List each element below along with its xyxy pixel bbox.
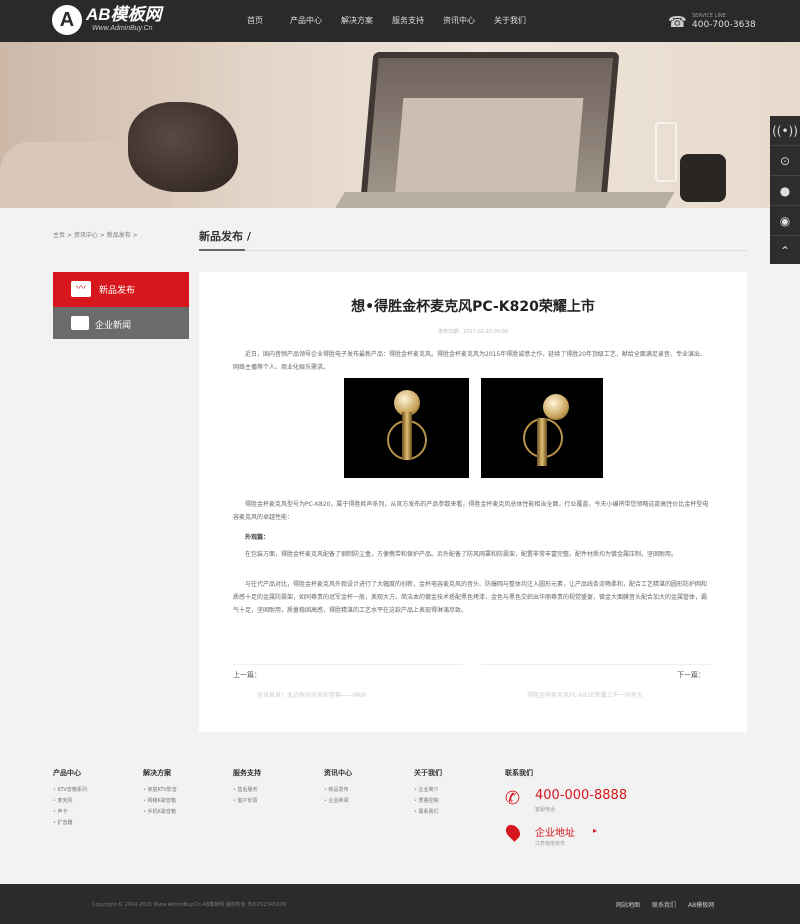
contact-title: 联系我们 [505, 769, 533, 777]
bottom-links: 网站地图 联系我们 AB模板网 [616, 900, 726, 909]
main-nav: 首页 产品中心 解决方案 服务支持 资讯中心 关于我们 [230, 0, 536, 42]
footer-link[interactable]: 网络K歌音箱 [143, 796, 223, 807]
footer-link[interactable]: 客户反馈 [233, 796, 313, 807]
article-paragraph-1: 近日，国内音频产品领导企业得胜电子发布最新产品：得胜金杯麦克风。得胜金杯麦克风为… [233, 351, 706, 371]
section-title: 新品发布 / [199, 230, 251, 243]
footer-col-title: 资讯中心 [324, 769, 352, 777]
broadcast-icon[interactable]: ((•)) [770, 116, 800, 146]
footer-link[interactable]: 企业新闻 [324, 796, 404, 807]
floating-toolbar: ((•)) ⊙ ● ◉ ⌃ [770, 116, 800, 264]
footer-col-news: 资讯中心 新品发布 企业新闻 [324, 768, 404, 807]
site-logo[interactable]: A AB模板网 Www.AdminBuy.Cn [52, 5, 182, 37]
next-label: 下一篇： [677, 671, 705, 679]
hero-banner [0, 42, 800, 208]
section-underline [199, 249, 245, 251]
menu-label-new-products: 新品发布 [99, 286, 136, 296]
prev-label: 上一篇： [233, 671, 261, 679]
microphone-image-2 [481, 378, 603, 478]
copyright-text: Copyright © 2004-2015 Www.AdminBuy.Cn AB… [92, 902, 286, 908]
footer-link[interactable]: 声卡 [53, 807, 133, 818]
nav-item-home[interactable]: 首页 [230, 0, 280, 42]
menu-label-company-news: 企业新闻 [95, 321, 132, 331]
site-header: A AB模板网 Www.AdminBuy.Cn 首页 产品中心 解决方案 服务支… [0, 0, 800, 42]
nav-item-solutions[interactable]: 解决方案 [332, 0, 382, 42]
logo-url: Www.AdminBuy.Cn [92, 25, 153, 32]
service-phone: ☎ SERVICE LINE 400-700-3638 [668, 12, 758, 34]
footer-col-title: 解决方案 [143, 769, 171, 777]
article-panel: 想•得胜金杯麦克风PC-K820荣耀上市 发布日期：2017-02-20 00:… [199, 272, 747, 732]
footer-link[interactable]: 质量控制 [414, 796, 494, 807]
footer-col-title: 服务支持 [233, 769, 261, 777]
nav-item-products[interactable]: 产品中心 [281, 0, 331, 42]
breadcrumb-home[interactable]: 主页 [53, 232, 65, 239]
location-icon[interactable]: ⊙ [770, 146, 800, 176]
logo-text: AB模板网 [86, 5, 162, 24]
article-title: 想•得胜金杯麦克风PC-K820荣耀上市 [351, 299, 595, 315]
nav-item-about[interactable]: 关于我们 [485, 0, 535, 42]
footer-col-support: 服务支持 售后服务 客户反馈 [233, 768, 313, 807]
back-to-top-icon[interactable]: ⌃ [770, 236, 800, 266]
contact-phone[interactable]: 400-000-8888 [535, 788, 627, 803]
footer-link[interactable]: 新品发布 [324, 785, 404, 796]
folder-icon [71, 316, 89, 330]
contact-address: 江苏省南京市 [535, 841, 566, 847]
breadcrumb: 主页 > 资讯中心 > 新品发布 > [53, 232, 138, 239]
phone-label: SERVICE LINE [692, 13, 726, 19]
footer-link[interactable]: 企业简介 [414, 785, 494, 796]
footer-link[interactable]: 联系我们 [414, 807, 494, 818]
link-sitemap[interactable]: 网站地图 [616, 900, 640, 909]
chart-icon: 〰 [71, 281, 91, 297]
footer-link[interactable]: 麦克风 [53, 796, 133, 807]
banner-laptop-base [335, 192, 675, 208]
contact-phone-label: 客服电话 [535, 807, 556, 813]
prev-divider [233, 664, 463, 665]
breadcrumb-news[interactable]: 资讯中心 [74, 232, 98, 239]
qq-icon[interactable]: ● [770, 176, 800, 206]
footer-col-solutions: 解决方案 家庭KTV影音 网络K歌音箱 手机K歌音箱 [143, 768, 223, 818]
contact-address-title[interactable]: 企业地址 [535, 824, 575, 839]
banner-glass [655, 122, 677, 182]
breadcrumb-current[interactable]: 新品发布 [107, 232, 131, 239]
article-meta: 发布日期：2017-02-20 00:00 [437, 329, 509, 335]
footer-col-title: 产品中心 [53, 769, 81, 777]
chevron-right-icon[interactable]: ▸ [593, 826, 597, 835]
footer-col-products: 产品中心 KTV音箱系列 麦克风 声卡 扩音器 [53, 768, 133, 829]
footer-bottom-bar: Copyright © 2004-2015 Www.AdminBuy.Cn AB… [0, 884, 800, 924]
microphone-image-1 [344, 378, 469, 478]
next-divider [481, 664, 711, 665]
article-subheading: 外观篇： [245, 534, 270, 541]
article-paragraph-4: 与往代产品对比，得胜金杯麦克风外观设计进行了大幅度的创新，金杯电容麦克风的音头、… [233, 581, 708, 614]
footer-link[interactable]: 扩音器 [53, 818, 133, 829]
footer-col-title: 关于我们 [414, 769, 442, 777]
banner-camera [680, 154, 726, 202]
prev-article-link[interactable]: 全球首发！无边框时尚多彩音箱——M68 [257, 690, 366, 699]
menu-item-new-products[interactable]: 〰 新品发布 [53, 272, 189, 307]
phone-icon: ✆ [505, 788, 521, 809]
nav-item-news[interactable]: 资讯中心 [434, 0, 484, 42]
next-article-link[interactable]: 得胜金杯麦克风PC-K820荣耀上市一问答大 [527, 690, 642, 699]
section-divider [199, 250, 747, 251]
banner-bag [128, 102, 238, 192]
telephone-icon: ☎ [668, 13, 687, 31]
footer-col-about: 关于我们 企业简介 质量控制 联系我们 [414, 768, 494, 818]
footer-link[interactable]: KTV音箱系列 [53, 785, 133, 796]
banner-laptop-screen [358, 52, 620, 208]
article-paragraph-3: 在包装方面，得胜金杯麦克风配备了钢制防尘盒，方便携带和保护产品。另外配备了防风网… [245, 551, 678, 558]
article-paragraph-2: 得胜金杯麦克风型号为PC-K820，属于得胜耗声系列，从官方发布的产品参数来看，… [233, 501, 709, 521]
footer-link[interactable]: 家庭KTV影音 [143, 785, 223, 796]
menu-item-company-news[interactable]: 企业新闻 [53, 307, 189, 339]
nav-item-support[interactable]: 服务支持 [383, 0, 433, 42]
link-contact[interactable]: 联系我们 [652, 900, 676, 909]
phone-number: 400-700-3638 [692, 20, 756, 30]
logo-mark-icon: A [52, 5, 82, 35]
footer-link[interactable]: 售后服务 [233, 785, 313, 796]
footer-link[interactable]: 手机K歌音箱 [143, 807, 223, 818]
weibo-icon[interactable]: ◉ [770, 206, 800, 236]
link-ab-template[interactable]: AB模板网 [688, 900, 714, 909]
